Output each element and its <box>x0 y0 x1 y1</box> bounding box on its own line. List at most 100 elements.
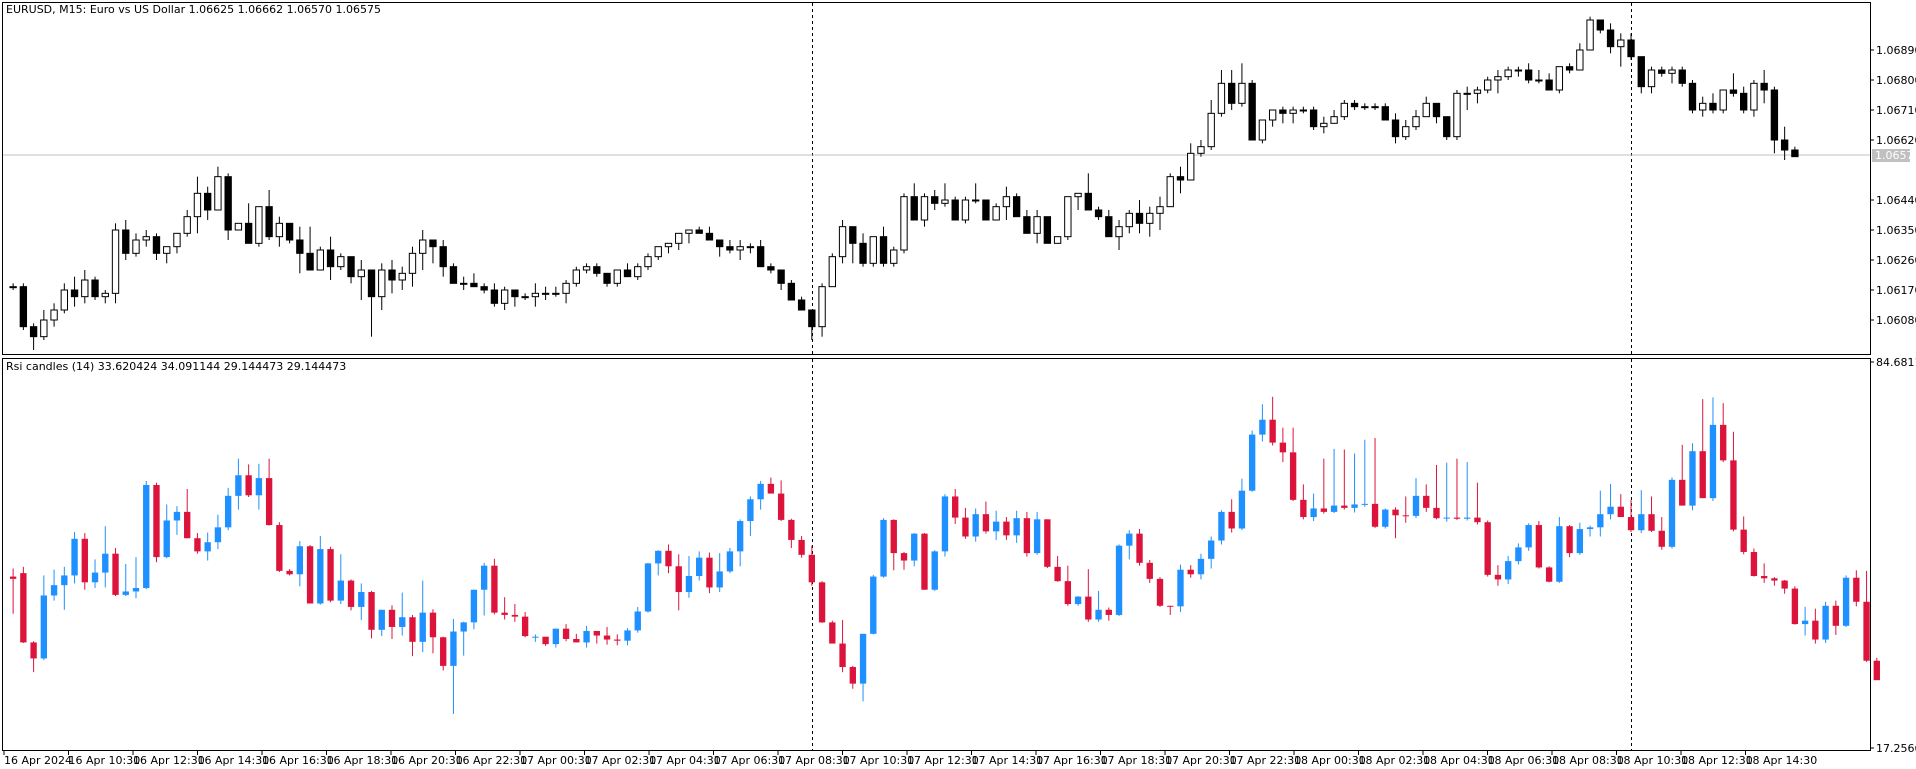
price-candle-body <box>70 289 79 298</box>
rsi-candle <box>818 581 826 623</box>
price-candle-body <box>173 232 181 248</box>
rsi-candle-body <box>81 538 88 583</box>
price-candle <box>1043 216 1052 244</box>
price-candle-body <box>705 232 714 241</box>
rsi-candle <box>1382 508 1389 529</box>
rsi-candle <box>327 546 334 603</box>
rsi-candle-body <box>1023 518 1031 554</box>
rsi-candle-body <box>450 631 457 666</box>
rsi-candle-body <box>1566 526 1573 554</box>
rsi-candle-body <box>777 493 785 520</box>
price-candle-body <box>1535 79 1543 82</box>
price-candle <box>869 236 877 267</box>
rsi-candle-body <box>1638 514 1645 531</box>
rsi-candle-body <box>1156 578 1164 606</box>
price-candle-body <box>1197 146 1205 154</box>
time-axis-label: 16 Apr 10:30 <box>69 754 141 767</box>
price-candle-body <box>1699 102 1707 111</box>
rsi-candle-body <box>122 591 129 595</box>
rsi-candle-body <box>132 588 140 592</box>
rsi-candle-body <box>900 553 908 561</box>
rsi-candle-body <box>736 521 744 552</box>
time-axis-label: 18 Apr 08:30 <box>1552 754 1624 767</box>
price-candle <box>1453 90 1461 140</box>
rsi-candle-body <box>388 609 396 627</box>
rsi-candle-body <box>286 570 293 575</box>
rsi-candle-body <box>1187 569 1194 575</box>
rsi-candle-body <box>614 639 621 641</box>
rsi-candle-body <box>1504 561 1512 580</box>
price-axis-label: 1.06260 <box>1876 254 1916 267</box>
price-candle-body <box>1105 216 1113 238</box>
time-axis-label: 16 Apr 2024 <box>4 754 72 767</box>
rsi-candle <box>1248 430 1256 492</box>
rsi-candle <box>880 518 887 578</box>
rsi-candle <box>1044 519 1051 568</box>
rsi-candle-body <box>1689 451 1696 506</box>
time-axis-label: 18 Apr 02:30 <box>1359 754 1431 767</box>
rsi-candle-body <box>1586 527 1594 530</box>
price-candle <box>1586 16 1594 51</box>
price-candle-body <box>1299 109 1308 112</box>
price-candle <box>1258 119 1267 144</box>
rsi-candle-body <box>1013 518 1020 536</box>
price-axis-label: 1.06620 <box>1876 134 1916 147</box>
rsi-candle-body <box>358 592 365 607</box>
price-candle-body <box>1453 92 1461 138</box>
price-candle-body <box>1258 119 1267 141</box>
price-candle-body <box>1053 236 1062 244</box>
rsi-candle-body <box>337 580 344 601</box>
price-candle-body <box>1309 109 1318 128</box>
rsi-candle <box>931 550 938 591</box>
rsi-candle <box>1156 577 1164 607</box>
price-candle-body <box>1156 206 1164 214</box>
rsi-candle-body <box>1289 452 1297 500</box>
price-candle-body <box>1340 102 1348 118</box>
rsi-candle-body <box>1863 601 1870 661</box>
price-candle <box>1678 66 1686 87</box>
rsi-candle-body <box>224 495 232 528</box>
rsi-candle-body <box>798 539 805 555</box>
price-candle-body <box>214 176 222 211</box>
price-candle-body <box>1463 92 1471 95</box>
price-candle-body <box>1146 212 1154 224</box>
rsi-candle <box>829 620 836 644</box>
rsi-candle-body <box>808 554 816 583</box>
rsi-candle-body <box>1494 574 1502 580</box>
rsi-candle-body <box>1658 530 1665 547</box>
rsi-candle <box>1545 566 1553 583</box>
rsi-candle-body <box>265 478 273 526</box>
rsi-candle-body <box>470 589 478 623</box>
price-candle-body <box>511 289 519 298</box>
rsi-candle-body <box>1402 515 1409 517</box>
price-candle-body <box>1524 69 1533 81</box>
rsi-candle-body <box>931 551 938 590</box>
price-candle-body <box>1780 139 1789 151</box>
price-axis-label: 1.06800 <box>1876 74 1916 87</box>
rsi-candle-body <box>235 475 242 496</box>
rsi-candle-body <box>1484 522 1491 575</box>
price-candle-body <box>1596 19 1604 31</box>
rsi-candle-body <box>1269 419 1276 443</box>
time-axis-label: 16 Apr 14:30 <box>198 754 270 767</box>
rsi-candle-body <box>1679 479 1686 506</box>
rsi-candle-body <box>1464 517 1471 519</box>
time-axis-label: 17 Apr 06:30 <box>714 754 786 767</box>
price-candle-body <box>255 206 263 244</box>
price-candle-body <box>1576 49 1584 71</box>
rsi-candle-body <box>1341 505 1348 508</box>
rsi-candle-body <box>839 643 846 668</box>
price-candle-body <box>265 206 273 238</box>
rsi-candle-body <box>40 595 48 659</box>
time-axis-label: 17 Apr 00:30 <box>520 754 592 767</box>
price-candle-body <box>613 269 621 284</box>
price-candle-body <box>767 266 775 271</box>
rsi-candle-body <box>1607 506 1614 515</box>
chart-background <box>0 0 1916 769</box>
rsi-candle-body <box>1238 490 1246 529</box>
price-candle <box>19 283 28 330</box>
price-candle-body <box>163 246 171 254</box>
rsi-candle <box>1177 564 1184 613</box>
rsi-candle <box>491 558 498 615</box>
price-candle-body <box>900 196 908 251</box>
